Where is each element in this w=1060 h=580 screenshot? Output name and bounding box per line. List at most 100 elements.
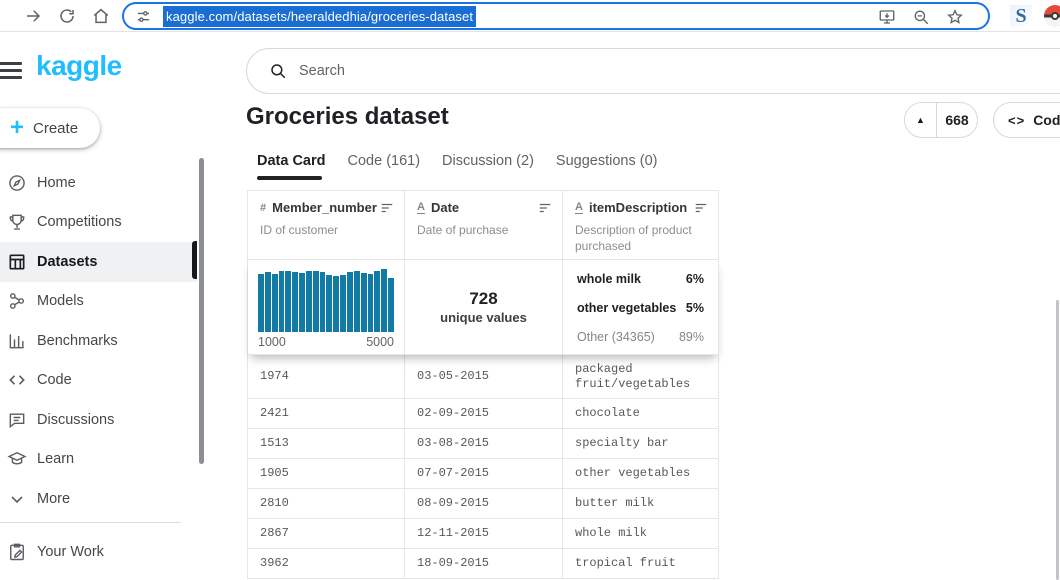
browser-toolbar: kaggle.com/datasets/heeraldedhia/groceri… [0, 0, 1060, 32]
table-row[interactable]: 3962 18-09-2015 tropical fruit [248, 549, 719, 579]
search-input[interactable] [299, 63, 899, 79]
upvote-count: 668 [937, 103, 977, 137]
tab-discussion[interactable]: Discussion (2) [442, 153, 534, 179]
sidebar-nav: Home Competitions Datasets Models [0, 163, 197, 572]
sidebar-item-learn[interactable]: Learn [0, 440, 197, 480]
histogram-bar [292, 272, 298, 332]
column-header-member-number[interactable]: # Member_number ID of customer [248, 191, 405, 260]
column-header-item-description[interactable]: A itemDescription Description of product… [563, 191, 719, 260]
date-unique-values: 728 unique values [405, 260, 563, 355]
member-number-histogram: 1000 5000 [248, 260, 405, 355]
discussions-bubble-icon [7, 410, 27, 430]
histogram-bar [381, 269, 387, 332]
clipboard-pencil-icon [7, 542, 27, 562]
url-selected-text[interactable]: kaggle.com/datasets/heeraldedhia/groceri… [163, 6, 476, 27]
histogram-bar [272, 274, 278, 332]
graduation-cap-icon [7, 449, 27, 469]
create-button[interactable]: + Create [0, 108, 100, 148]
sidebar-item-code[interactable]: Code [0, 361, 197, 401]
histogram-bar [333, 276, 339, 332]
bookmark-star-icon[interactable] [946, 8, 964, 26]
models-network-icon [7, 291, 27, 311]
sidebar-item-home[interactable]: Home [0, 163, 197, 203]
table-row[interactable]: 2810 08-09-2015 butter milk [248, 489, 719, 519]
install-app-icon[interactable] [878, 8, 896, 26]
top-value-row: whole milk 6% [577, 272, 704, 286]
histogram-bar [258, 274, 264, 332]
page-scrollbar[interactable] [1056, 300, 1059, 580]
sidebar-item-models[interactable]: Models [0, 282, 197, 322]
histogram-bars [258, 268, 394, 332]
sidebar-item-more[interactable]: More [0, 479, 197, 519]
histogram-bar [374, 271, 380, 332]
column-sort-icon[interactable] [538, 201, 552, 215]
histogram-bar [361, 273, 367, 332]
sidebar-item-datasets[interactable]: Datasets [0, 242, 197, 282]
column-stats-row: 1000 5000 728 unique values whole milk 6… [248, 260, 719, 355]
compass-icon [7, 173, 27, 193]
trophy-icon [7, 212, 27, 232]
active-nav-indicator [192, 241, 197, 279]
sidebar-item-competitions[interactable]: Competitions [0, 203, 197, 243]
address-bar[interactable]: kaggle.com/datasets/heeraldedhia/groceri… [122, 2, 990, 30]
histogram-bar [326, 275, 332, 332]
text-type-icon: A [417, 202, 425, 214]
search-icon [269, 62, 287, 80]
histogram-bar [306, 271, 312, 332]
histogram-bar [347, 272, 353, 332]
table-header-row: # Member_number ID of customer A Date Da… [248, 191, 719, 260]
table-row[interactable]: 1974 03-05-2015 packaged fruit/vegetable… [248, 355, 719, 399]
code-button[interactable]: <> Code [993, 102, 1060, 138]
sidebar-divider [0, 522, 181, 523]
sidebar-item-benchmarks[interactable]: Benchmarks [0, 321, 197, 361]
table-row[interactable]: 1905 07-07-2015 other vegetables [248, 459, 719, 489]
text-type-icon: A [575, 202, 583, 214]
dataset-preview-table: # Member_number ID of customer A Date Da… [247, 190, 719, 579]
code-brackets-glyph: <> [1008, 113, 1025, 128]
numeric-type-icon: # [260, 202, 266, 214]
browser-profile-avatar[interactable] [1044, 5, 1060, 27]
upvote-caret-icon[interactable]: ▲ [905, 103, 937, 137]
search-bar[interactable] [246, 48, 1060, 94]
menu-hamburger-icon[interactable] [0, 62, 22, 83]
top-value-row: other vegetables 5% [577, 301, 704, 315]
histogram-bar [279, 271, 285, 332]
active-tab-underline [257, 176, 322, 180]
datasets-grid-icon [7, 252, 27, 272]
histogram-bar [320, 272, 326, 332]
kaggle-logo[interactable]: kaggle [36, 50, 122, 82]
page-title: Groceries dataset [246, 103, 449, 131]
column-sort-icon[interactable] [694, 201, 708, 215]
site-settings-icon[interactable] [136, 9, 151, 24]
histogram-min-label: 1000 [258, 335, 286, 349]
histogram-max-label: 5000 [366, 335, 394, 349]
zoom-out-icon[interactable] [912, 8, 930, 26]
histogram-bar [354, 271, 360, 332]
kaggle-dataset-page: kaggle.com/datasets/heeraldedhia/groceri… [0, 0, 1060, 580]
histogram-bar [368, 274, 374, 332]
upvote-button[interactable]: ▲ 668 [904, 102, 978, 138]
reload-icon[interactable] [58, 7, 76, 25]
forward-icon[interactable] [24, 7, 42, 25]
tab-code[interactable]: Code (161) [348, 153, 421, 179]
sidebar-item-discussions[interactable]: Discussions [0, 400, 197, 440]
plus-icon: + [10, 116, 24, 140]
histogram-bar [285, 271, 291, 332]
extension-s-icon[interactable]: S [1010, 5, 1032, 27]
table-row[interactable]: 2867 12-11-2015 whole milk [248, 519, 719, 549]
benchmarks-chart-icon [7, 331, 27, 351]
histogram-bar [265, 272, 271, 332]
home-icon[interactable] [92, 7, 110, 25]
column-header-date[interactable]: A Date Date of purchase [405, 191, 563, 260]
sidebar-item-your-work[interactable]: Your Work [0, 532, 197, 572]
sidebar-scrollbar[interactable] [199, 158, 204, 464]
table-row[interactable]: 1513 03-08-2015 specialty bar [248, 429, 719, 459]
histogram-bar [313, 271, 319, 332]
column-sort-icon[interactable] [380, 201, 394, 215]
histogram-bar [340, 275, 346, 332]
tab-suggestions[interactable]: Suggestions (0) [556, 153, 658, 179]
top-value-row-other: Other (34365) 89% [577, 330, 704, 344]
item-description-top-values: whole milk 6% other vegetables 5% Other … [563, 260, 719, 355]
table-row[interactable]: 2421 02-09-2015 chocolate [248, 399, 719, 429]
chevron-down-icon [7, 489, 27, 509]
